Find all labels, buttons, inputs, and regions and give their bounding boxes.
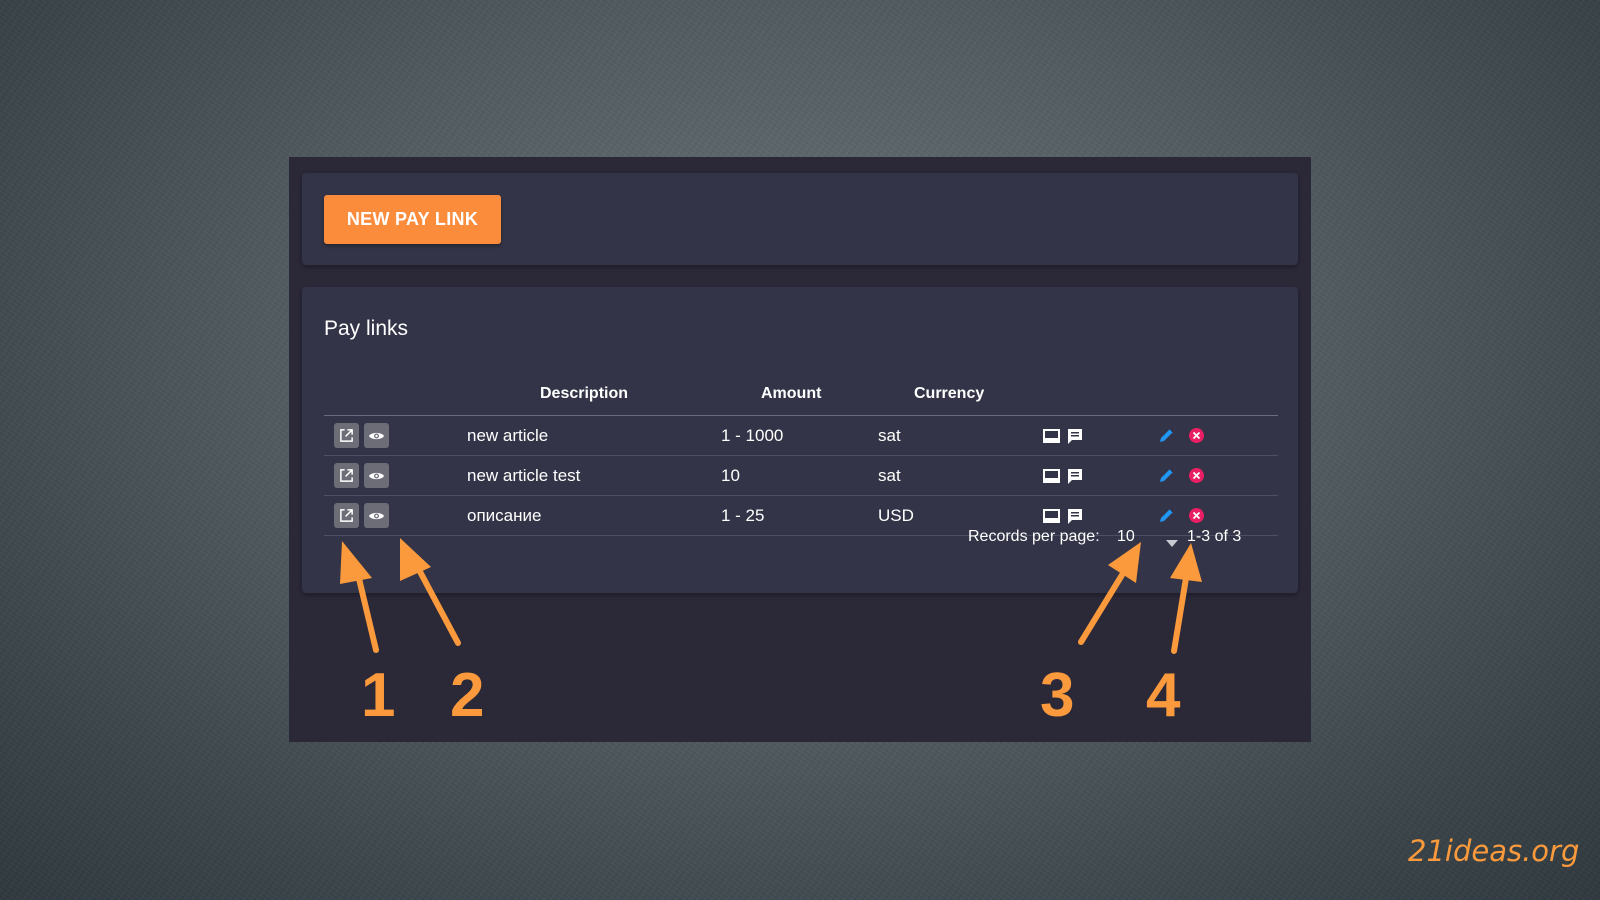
- annotation-arrowhead-2: [400, 538, 431, 581]
- watermark: 21ideas.org: [1408, 834, 1580, 868]
- annotation-arrow-4: [1171, 575, 1189, 654]
- annotation-number-2: 2: [450, 661, 484, 730]
- annotation-layer: 1 2 3 4: [340, 538, 1202, 730]
- annotation-number-3: 3: [1040, 661, 1074, 730]
- annotation-arrowhead-3: [1108, 542, 1141, 583]
- annotation-number-4: 4: [1146, 661, 1181, 730]
- annotation-arrowhead-1: [340, 541, 372, 584]
- annotation-arrow-2: [414, 563, 461, 646]
- annotation-arrowhead-4: [1170, 543, 1202, 582]
- annotation-arrow-3: [1078, 572, 1125, 645]
- annotation-number-1: 1: [361, 661, 395, 730]
